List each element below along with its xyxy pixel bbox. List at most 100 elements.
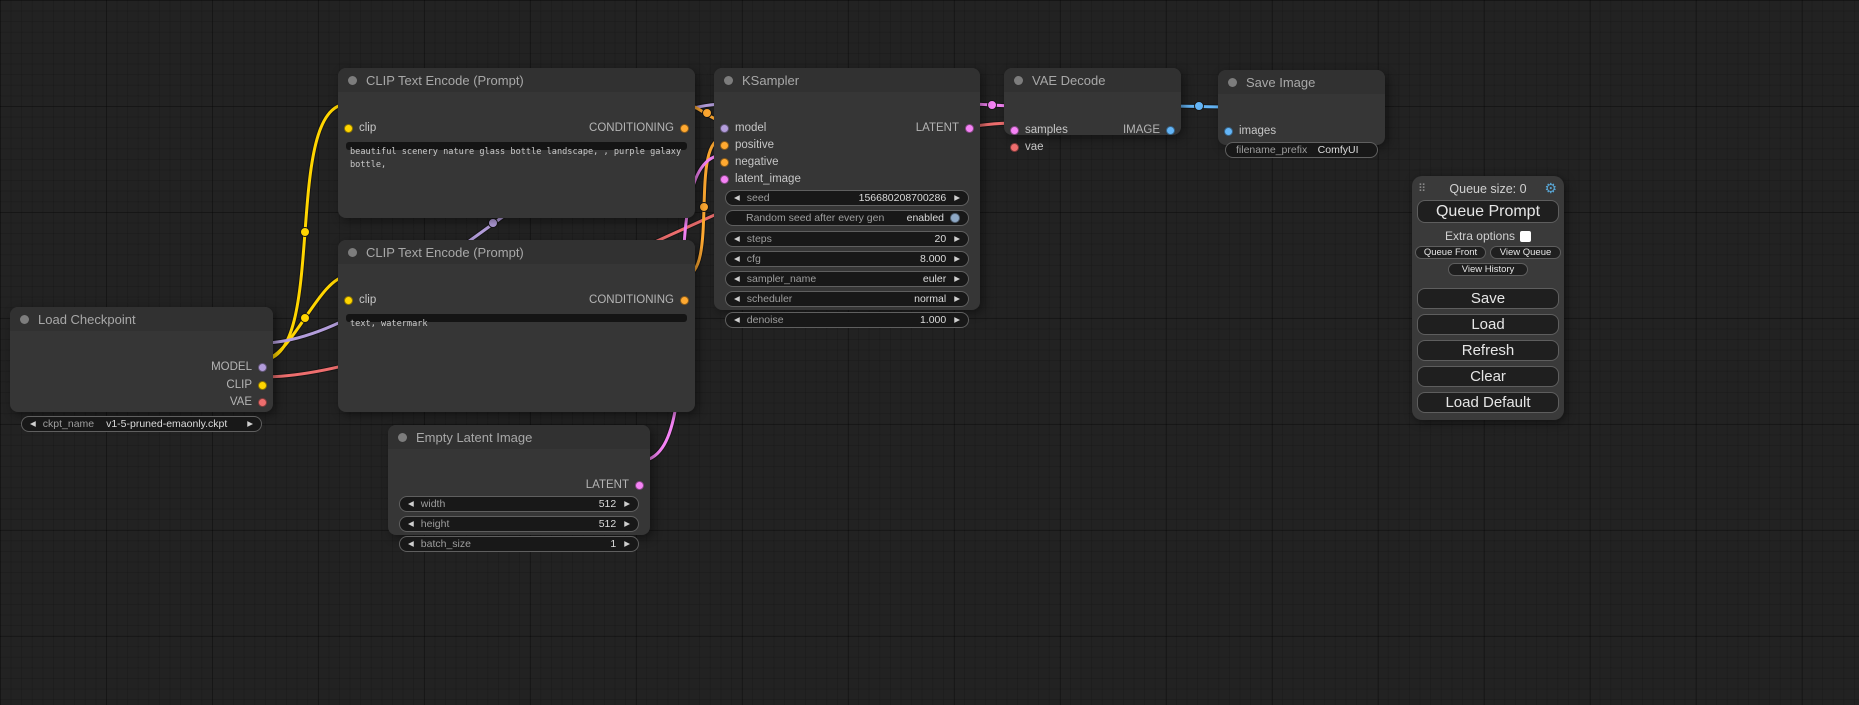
node-save-image[interactable]: Save Image images filename_prefix ComfyU… — [1218, 70, 1385, 145]
extra-options-checkbox[interactable] — [1520, 231, 1531, 242]
node-title-bar[interactable]: KSampler — [714, 68, 980, 92]
increment-arrow-icon[interactable]: ▶ — [954, 235, 960, 243]
view-queue-button[interactable]: View Queue — [1490, 246, 1561, 259]
conditioning-output-slot[interactable]: CONDITIONING — [589, 293, 689, 307]
model-port[interactable] — [720, 124, 729, 133]
widget-scheduler[interactable]: ◀ scheduler normal ▶ — [725, 291, 969, 307]
decrement-arrow-icon[interactable]: ◀ — [408, 500, 414, 508]
clip-input-slot[interactable]: clip — [344, 121, 376, 135]
latent-image-port[interactable] — [720, 175, 729, 184]
prev-option-arrow-icon[interactable]: ◀ — [30, 420, 36, 428]
images-port[interactable] — [1224, 127, 1233, 136]
widget-filename-prefix[interactable]: filename_prefix ComfyUI — [1225, 142, 1378, 158]
decrement-arrow-icon[interactable]: ◀ — [734, 235, 740, 243]
node-title-bar[interactable]: Empty Latent Image — [388, 425, 650, 449]
node-load-checkpoint[interactable]: Load Checkpoint MODEL CLIP VAE ◀ ckpt_na… — [10, 307, 273, 412]
widget-sampler-name[interactable]: ◀ sampler_name euler ▶ — [725, 271, 969, 287]
clear-button[interactable]: Clear — [1417, 366, 1559, 387]
latent-port[interactable] — [965, 124, 974, 133]
positive-port[interactable] — [720, 141, 729, 150]
node-empty-latent-image[interactable]: Empty Latent Image LATENT ◀ width 512 ▶ … — [388, 425, 650, 535]
load-default-button[interactable]: Load Default — [1417, 392, 1559, 413]
collapse-dot-icon[interactable] — [724, 76, 733, 85]
conditioning-output-slot[interactable]: CONDITIONING — [589, 121, 689, 135]
image-port[interactable] — [1166, 126, 1175, 135]
model-port[interactable] — [258, 363, 267, 372]
clip-port[interactable] — [344, 296, 353, 305]
vae-input-slot[interactable]: vae — [1010, 140, 1044, 154]
collapse-dot-icon[interactable] — [1014, 76, 1023, 85]
save-button[interactable]: Save — [1417, 288, 1559, 309]
latent-output-slot[interactable]: LATENT — [916, 121, 974, 135]
decrement-arrow-icon[interactable]: ◀ — [734, 316, 740, 324]
widget-ckpt-name[interactable]: ◀ ckpt_name v1-5-pruned-emaonly.ckpt ▶ — [21, 416, 262, 432]
clip-input-slot[interactable]: clip — [344, 293, 376, 307]
collapse-dot-icon[interactable] — [348, 248, 357, 257]
node-clip-text-encode-negative[interactable]: CLIP Text Encode (Prompt) clip CONDITION… — [338, 240, 695, 412]
collapse-dot-icon[interactable] — [1228, 78, 1237, 87]
increment-arrow-icon[interactable]: ▶ — [954, 194, 960, 202]
next-option-arrow-icon[interactable]: ▶ — [247, 420, 253, 428]
collapse-dot-icon[interactable] — [20, 315, 29, 324]
load-button[interactable]: Load — [1417, 314, 1559, 335]
node-ksampler[interactable]: KSampler model positive negative latent_… — [714, 68, 980, 310]
decrement-arrow-icon[interactable]: ◀ — [734, 194, 740, 202]
latent-output-slot[interactable]: LATENT — [586, 478, 644, 492]
toggle-on-indicator[interactable] — [950, 213, 960, 223]
view-history-button[interactable]: View History — [1448, 263, 1528, 276]
increment-arrow-icon[interactable]: ▶ — [954, 255, 960, 263]
widget-random-seed-toggle[interactable]: Random seed after every gen enabled — [725, 210, 969, 226]
widget-batch-size[interactable]: ◀ batch_size 1 ▶ — [399, 536, 639, 552]
prompt-textarea[interactable]: beautiful scenery nature glass bottle la… — [346, 142, 687, 150]
prompt-textarea[interactable]: text, watermark — [346, 314, 687, 322]
next-option-arrow-icon[interactable]: ▶ — [954, 275, 960, 283]
model-input-slot[interactable]: model — [720, 121, 766, 135]
clip-port[interactable] — [258, 381, 267, 390]
positive-input-slot[interactable]: positive — [720, 138, 774, 152]
queue-front-button[interactable]: Queue Front — [1415, 246, 1486, 259]
negative-input-slot[interactable]: negative — [720, 155, 778, 169]
vae-output-slot[interactable]: VAE — [230, 395, 267, 409]
refresh-button[interactable]: Refresh — [1417, 340, 1559, 361]
vae-port[interactable] — [258, 398, 267, 407]
latent-image-input-slot[interactable]: latent_image — [720, 172, 801, 186]
node-title-bar[interactable]: Load Checkpoint — [10, 307, 273, 331]
decrement-arrow-icon[interactable]: ◀ — [408, 520, 414, 528]
clip-output-slot[interactable]: CLIP — [226, 378, 267, 392]
node-vae-decode[interactable]: VAE Decode samples vae IMAGE — [1004, 68, 1181, 135]
widget-width[interactable]: ◀ width 512 ▶ — [399, 496, 639, 512]
negative-port[interactable] — [720, 158, 729, 167]
increment-arrow-icon[interactable]: ▶ — [624, 500, 630, 508]
queue-prompt-button[interactable]: Queue Prompt — [1417, 200, 1559, 223]
widget-seed[interactable]: ◀ seed 156680208700286 ▶ — [725, 190, 969, 206]
image-output-slot[interactable]: IMAGE — [1123, 123, 1175, 137]
node-title-bar[interactable]: Save Image — [1218, 70, 1385, 94]
node-clip-text-encode-positive[interactable]: CLIP Text Encode (Prompt) clip CONDITION… — [338, 68, 695, 218]
vae-port[interactable] — [1010, 143, 1019, 152]
latent-port[interactable] — [635, 481, 644, 490]
widget-height[interactable]: ◀ height 512 ▶ — [399, 516, 639, 532]
increment-arrow-icon[interactable]: ▶ — [954, 316, 960, 324]
widget-cfg[interactable]: ◀ cfg 8.000 ▶ — [725, 251, 969, 267]
prev-option-arrow-icon[interactable]: ◀ — [734, 275, 740, 283]
settings-gear-icon[interactable]: ⚙ — [1544, 181, 1557, 195]
samples-port[interactable] — [1010, 126, 1019, 135]
widget-steps[interactable]: ◀ steps 20 ▶ — [725, 231, 969, 247]
conditioning-port[interactable] — [680, 124, 689, 133]
collapse-dot-icon[interactable] — [398, 433, 407, 442]
samples-input-slot[interactable]: samples — [1010, 123, 1068, 137]
node-title-bar[interactable]: CLIP Text Encode (Prompt) — [338, 240, 695, 264]
node-title-bar[interactable]: CLIP Text Encode (Prompt) — [338, 68, 695, 92]
clip-port[interactable] — [344, 124, 353, 133]
model-output-slot[interactable]: MODEL — [211, 360, 267, 374]
images-input-slot[interactable]: images — [1224, 124, 1276, 138]
decrement-arrow-icon[interactable]: ◀ — [734, 255, 740, 263]
node-title-bar[interactable]: VAE Decode — [1004, 68, 1181, 92]
increment-arrow-icon[interactable]: ▶ — [624, 540, 630, 548]
decrement-arrow-icon[interactable]: ◀ — [408, 540, 414, 548]
conditioning-port[interactable] — [680, 296, 689, 305]
prev-option-arrow-icon[interactable]: ◀ — [734, 295, 740, 303]
next-option-arrow-icon[interactable]: ▶ — [954, 295, 960, 303]
widget-denoise[interactable]: ◀ denoise 1.000 ▶ — [725, 312, 969, 328]
increment-arrow-icon[interactable]: ▶ — [624, 520, 630, 528]
